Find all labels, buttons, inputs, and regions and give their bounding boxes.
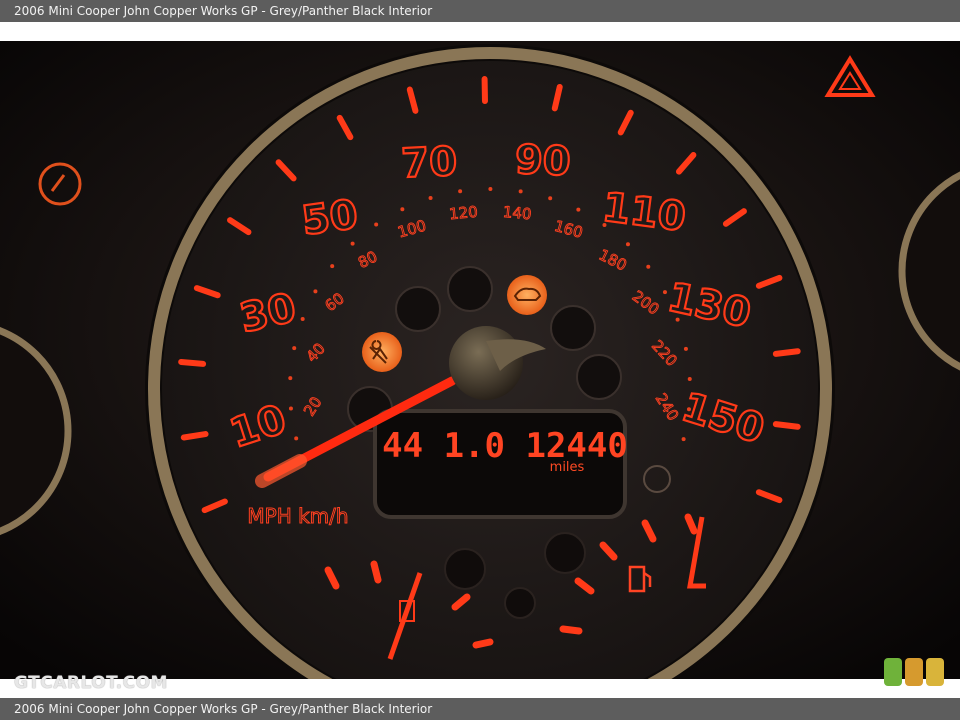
- speedometer-svg: 10305070 90110130150 20406080100120 140160…: [0, 41, 960, 679]
- kmh-dot: [294, 436, 299, 441]
- kmh-dot: [683, 346, 688, 351]
- mph-label: 90: [514, 137, 572, 185]
- kmh-dot: [625, 242, 630, 247]
- kmh-dot: [350, 241, 355, 246]
- kmh-dot: [313, 289, 318, 294]
- speedometer-photo: 10 30 50 70 90 110 130 150 20 40 60 80 100 120 140 160…: [0, 41, 960, 679]
- yellow-swatch: [926, 658, 944, 686]
- kmh-dot: [576, 207, 581, 212]
- color-swatches: [884, 658, 944, 686]
- kmh-dot: [288, 406, 293, 411]
- kmh-label: 140: [502, 203, 532, 224]
- kmh-dot: [428, 196, 433, 201]
- kmh-dot: [458, 189, 463, 194]
- green-swatch: [884, 658, 902, 686]
- major-tick: [178, 358, 207, 367]
- kmh-dot: [330, 264, 335, 269]
- major-tick: [772, 348, 801, 357]
- orange-swatch: [905, 658, 923, 686]
- major-tick: [180, 431, 209, 441]
- kmh-dot: [488, 187, 493, 192]
- kmh-dot: [300, 316, 305, 321]
- kmh-dot: [374, 222, 379, 227]
- kmh-dot: [681, 437, 686, 442]
- odometer-unit: miles: [550, 460, 585, 475]
- mph-label: 50: [299, 192, 360, 245]
- kmh-dot: [288, 376, 293, 381]
- caption-bottom: 2006 Mini Cooper John Copper Works GP - …: [0, 698, 960, 720]
- kmh-dot: [548, 196, 553, 201]
- needle-hub: [449, 326, 523, 400]
- kmh-dot: [687, 376, 692, 381]
- kmh-dot: [518, 189, 523, 194]
- units-label: MPH km/h: [247, 504, 348, 528]
- caption-top: 2006 Mini Cooper John Copper Works GP - …: [0, 0, 960, 22]
- kmh-dot: [292, 346, 297, 351]
- watermark: GTCARLOT.COM: [14, 673, 168, 693]
- kmh-dot: [662, 290, 667, 295]
- mph-label: 70: [400, 139, 458, 188]
- odometer-readout: 44 1.0 12440: [382, 426, 628, 466]
- major-tick: [772, 421, 801, 430]
- hood-warning-light: [507, 275, 547, 315]
- kmh-dot: [400, 207, 405, 212]
- kmh-dot: [646, 264, 651, 269]
- kmh-label: 120: [448, 203, 478, 223]
